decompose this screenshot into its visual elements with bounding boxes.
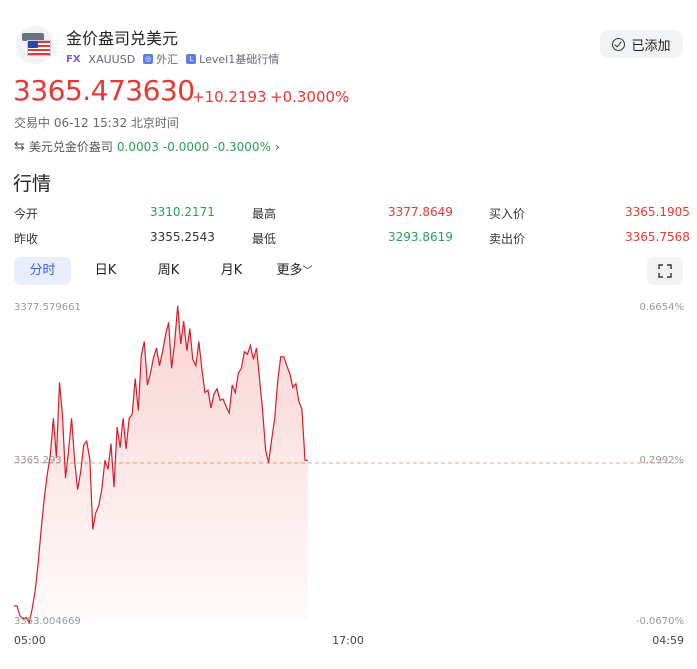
market-label: 外汇	[156, 53, 179, 66]
x-label-mid: 17:00	[332, 634, 364, 647]
instrument-title: 金价盎司兑美元	[66, 29, 179, 48]
high-value: 3377.8649	[388, 205, 453, 219]
low-label: 最低	[252, 232, 277, 246]
inverse-change: -0.0000	[162, 139, 210, 154]
tab-more-label: 更多	[276, 263, 303, 278]
trading-status: 交易中 06-12 15:32 北京时间	[14, 116, 179, 130]
inverse-change-percent: -0.3000%	[213, 139, 271, 154]
y-label-mid: 3365.293	[14, 455, 62, 466]
tab-weekly[interactable]: 周K	[140, 257, 197, 285]
open-label: 今开	[14, 207, 39, 221]
tab-daily[interactable]: 日K	[77, 257, 134, 285]
fullscreen-icon	[658, 264, 672, 278]
prev-close-value: 3355.2543	[150, 230, 215, 244]
globe-icon: ◎	[143, 54, 154, 64]
high-label: 最高	[252, 207, 277, 221]
price-change: +10.2193	[192, 88, 267, 106]
inverse-quote-link[interactable]: ⇆ 美元兑金价盎司 0.0003 -0.0000 -0.3000% ›	[14, 138, 280, 155]
fullscreen-button[interactable]	[647, 257, 683, 285]
market-tag: ◎ 外汇	[143, 51, 178, 67]
section-title: 行情	[13, 173, 52, 195]
price-change-percent: +0.3000%	[270, 88, 350, 106]
open-value: 3310.2171	[150, 205, 215, 219]
pct-label-top: 0.6654%	[640, 302, 685, 313]
chevron-down-icon: ﹀	[302, 266, 313, 277]
tab-intraday[interactable]: 分时	[14, 257, 71, 285]
chevron-right-icon: ›	[274, 139, 280, 154]
added-label: 已添加	[631, 38, 671, 54]
inverse-price: 0.0003	[116, 139, 159, 154]
y-label-top: 3377.579661	[14, 302, 81, 313]
swap-icon: ⇆	[14, 139, 25, 154]
level-label: Level1基础行情	[199, 53, 280, 66]
x-label-start: 05:00	[14, 634, 46, 647]
symbol-code: XAUUSD	[88, 52, 136, 66]
chart-period-tabs: 分时 日K 周K 月K 更多﹀	[14, 257, 329, 285]
check-circle-icon	[612, 37, 626, 51]
current-price: 3365.473630	[13, 74, 195, 107]
bid-label: 买入价	[489, 207, 526, 221]
ask-value: 3365.7568	[625, 230, 690, 244]
us-flag-icon	[27, 40, 51, 56]
bid-value: 3365.1905	[625, 205, 690, 219]
ask-label: 卖出价	[489, 232, 526, 246]
prev-close-label: 昨收	[14, 232, 39, 246]
intraday-chart[interactable]: 3377.579661 3365.293 3353.004669 0.6654%…	[0, 292, 697, 652]
pct-label-mid: 0.2992%	[640, 455, 685, 466]
fx-tag: FX	[66, 53, 81, 65]
tab-more[interactable]: 更多﹀	[266, 257, 323, 285]
tab-monthly[interactable]: 月K	[203, 257, 260, 285]
inverse-label: 美元兑金价盎司	[28, 140, 113, 154]
y-label-bottom: 3353.004669	[14, 616, 81, 627]
pct-label-bottom: -0.0670%	[636, 616, 684, 627]
added-watchlist-button[interactable]: 已添加	[600, 30, 683, 58]
level-tag: L Level1基础行情	[186, 51, 279, 67]
x-label-end: 04:59	[652, 634, 684, 647]
low-value: 3293.8619	[388, 230, 453, 244]
instrument-tags: FX XAUUSD ◎ 外汇 L Level1基础行情	[66, 51, 279, 67]
level1-icon: L	[186, 54, 197, 64]
